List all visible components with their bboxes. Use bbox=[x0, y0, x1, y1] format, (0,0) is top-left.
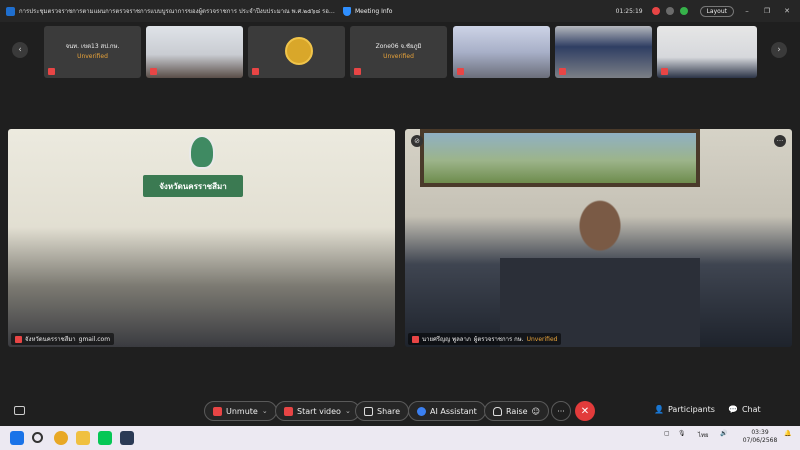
reactions-icon[interactable]: ☺ bbox=[532, 407, 540, 416]
notifications-icon[interactable]: 🔔 bbox=[784, 430, 791, 437]
speaker-video bbox=[500, 199, 700, 347]
province-banner: จังหวัดนครราชสีมา bbox=[143, 175, 243, 197]
more-options-icon[interactable]: ··· bbox=[774, 135, 786, 147]
language-indicator[interactable]: ไทย bbox=[698, 430, 709, 440]
close-icon[interactable]: ✕ bbox=[780, 7, 794, 15]
unverified-badge: Unverified bbox=[383, 53, 414, 60]
chevron-right-icon[interactable]: › bbox=[771, 42, 787, 58]
mic-muted-icon bbox=[354, 68, 361, 75]
chevron-down-icon[interactable]: ⌄ bbox=[262, 407, 268, 415]
system-clock[interactable]: 03:39 07/06/2568 bbox=[740, 429, 780, 445]
chevron-down-icon[interactable]: ⌄ bbox=[345, 407, 351, 415]
status-icon[interactable] bbox=[665, 7, 674, 15]
ai-assistant-button[interactable]: AI Assistant bbox=[408, 401, 486, 421]
participant-caption: นายศรีญญ พูลลาภ ผู้ตรวจราชการ กษ. Unveri… bbox=[408, 333, 562, 345]
participant-video-tile[interactable] bbox=[555, 26, 652, 78]
pin-icon[interactable]: ⊘ bbox=[411, 135, 423, 147]
windows-taskbar: ▢ 🎙 ไทย 🔊 03:39 07/06/2568 🔔 bbox=[0, 426, 800, 450]
volume-icon[interactable]: 🔊 bbox=[720, 430, 727, 437]
mic-muted-icon bbox=[412, 335, 419, 343]
province-crest-icon bbox=[189, 135, 215, 169]
meeting-timer: 01:25:19 bbox=[615, 7, 643, 15]
participant-name: จนท. เขต13 สป.กษ. bbox=[65, 43, 120, 50]
chat-icon: 💬 bbox=[728, 405, 738, 414]
video-stage-right[interactable]: ⊘ ··· นายศรีญญ พูลลาภ ผู้ตรวจราชการ กษ. … bbox=[405, 129, 792, 347]
chevron-left-icon[interactable]: ‹ bbox=[12, 42, 28, 58]
participants-icon: 👤 bbox=[654, 405, 664, 414]
participant-caption: จังหวัดนครราชสีมา gmail.com bbox=[11, 333, 115, 345]
recording-icon[interactable] bbox=[651, 7, 660, 15]
maximize-icon[interactable]: ❐ bbox=[760, 7, 774, 15]
chat-button[interactable]: 💬 Chat bbox=[728, 405, 761, 414]
participant-tile[interactable]: จนท. เขต13 สป.กษ. Unverified bbox=[44, 26, 141, 78]
unmute-button[interactable]: Unmute ⌄ bbox=[204, 401, 277, 421]
participant-strip: ‹ จนท. เขต13 สป.กษ. Unverified Zone06 จ.… bbox=[0, 22, 800, 82]
mic-muted-icon bbox=[48, 68, 55, 75]
more-options-button[interactable]: ··· bbox=[551, 401, 571, 421]
mic-muted-icon bbox=[213, 406, 222, 416]
video-stage-left[interactable]: จังหวัดนครราชสีมา จังหวัดนครราชสีมา gmai… bbox=[8, 129, 395, 347]
minimize-icon[interactable]: – bbox=[740, 7, 754, 15]
mic-muted-icon bbox=[252, 68, 259, 75]
captions-icon[interactable] bbox=[14, 406, 25, 415]
participant-tile[interactable] bbox=[248, 26, 345, 78]
start-video-button[interactable]: Start video ⌄ bbox=[275, 401, 360, 421]
ai-assistant-icon bbox=[417, 406, 426, 416]
microphone-icon[interactable]: 🎙 bbox=[678, 430, 686, 437]
share-button[interactable]: Share bbox=[355, 401, 410, 421]
meeting-info-link[interactable]: Meeting Info bbox=[355, 8, 392, 15]
hand-icon bbox=[493, 406, 502, 416]
wall-painting bbox=[420, 129, 700, 187]
video-off-icon bbox=[284, 406, 293, 416]
mic-muted-icon bbox=[661, 68, 668, 75]
network-icon[interactable] bbox=[679, 7, 688, 15]
participants-button[interactable]: 👤 Participants bbox=[654, 405, 715, 414]
layout-button[interactable]: Layout bbox=[699, 5, 734, 17]
participant-name: Zone06 จ.ชัยภูมิ bbox=[375, 43, 422, 50]
share-screen-icon bbox=[364, 406, 373, 416]
raise-hand-button[interactable]: Raise ☺ bbox=[484, 401, 549, 421]
file-explorer-icon[interactable] bbox=[76, 431, 90, 445]
unverified-badge: Unverified bbox=[77, 53, 108, 60]
shield-icon[interactable] bbox=[343, 6, 351, 16]
participant-video-tile[interactable] bbox=[453, 26, 550, 78]
mic-muted-icon bbox=[15, 335, 22, 343]
chrome-icon[interactable] bbox=[54, 431, 68, 445]
mic-muted-icon bbox=[559, 68, 566, 75]
leave-meeting-button[interactable]: ✕ bbox=[575, 401, 595, 421]
tray-icon[interactable]: ▢ bbox=[664, 430, 670, 437]
meeting-controls: Unmute ⌄ Start video ⌄ Share AI Assistan… bbox=[0, 398, 800, 424]
mic-muted-icon bbox=[457, 68, 464, 75]
mic-muted-icon bbox=[150, 68, 157, 75]
windows-start-icon[interactable] bbox=[10, 431, 24, 445]
participant-video-tile[interactable] bbox=[146, 26, 243, 78]
title-bar: การประชุมตรวจราชการตามแผนการตรวจราชการแบ… bbox=[0, 0, 800, 22]
meeting-title: การประชุมตรวจราชการตามแผนการตรวจราชการแบ… bbox=[19, 8, 337, 15]
participant-tile[interactable]: Zone06 จ.ชัยภูมิ Unverified bbox=[350, 26, 447, 78]
line-icon[interactable] bbox=[98, 431, 112, 445]
webex-taskbar-icon[interactable] bbox=[120, 431, 134, 445]
search-icon[interactable] bbox=[32, 432, 43, 443]
participant-video-tile[interactable] bbox=[657, 26, 757, 78]
organization-seal-icon bbox=[285, 37, 313, 65]
webex-app-icon bbox=[6, 6, 15, 16]
